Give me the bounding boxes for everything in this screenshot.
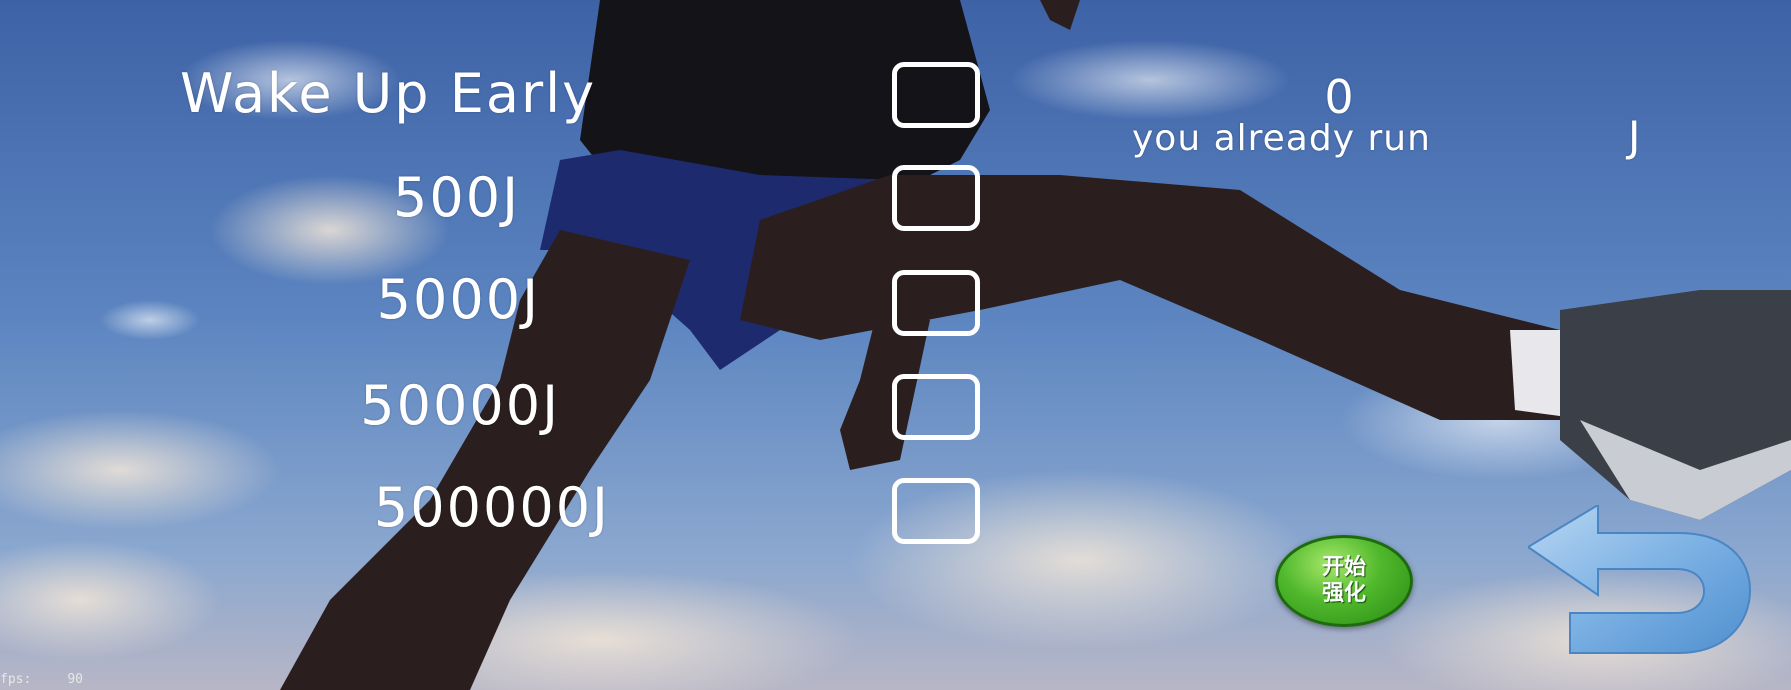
fps-value: 90 (67, 672, 83, 687)
fps-readout: fps: 90 (0, 672, 83, 687)
back-arrow-icon (1526, 503, 1752, 654)
goal-checkbox-5000[interactable] (892, 270, 980, 336)
run-counter: 0 (1324, 70, 1356, 124)
goal-checkbox-500000[interactable] (892, 478, 980, 544)
goal-checkbox-500[interactable] (892, 165, 980, 231)
goal-title-label: Wake Up Early (180, 62, 597, 125)
start-boost-button[interactable]: 开始强化 (1275, 535, 1413, 627)
game-screen: Wake Up Early 500J 5000J 50000J 500000J … (0, 0, 1791, 690)
goal-title-checkbox[interactable] (892, 62, 980, 128)
goal-label-500: 500J (393, 166, 520, 229)
start-boost-button-label: 开始强化 (1321, 555, 1366, 606)
fps-label: fps: (0, 672, 32, 687)
goal-checkbox-50000[interactable] (892, 374, 980, 440)
back-button[interactable] (1526, 503, 1758, 655)
already-run-label: you already run (1132, 118, 1431, 159)
energy-unit-label: J (1628, 112, 1643, 161)
goal-label-5000: 5000J (376, 268, 540, 331)
goal-label-500000: 500000J (373, 476, 610, 539)
goal-label-50000: 50000J (360, 374, 560, 437)
